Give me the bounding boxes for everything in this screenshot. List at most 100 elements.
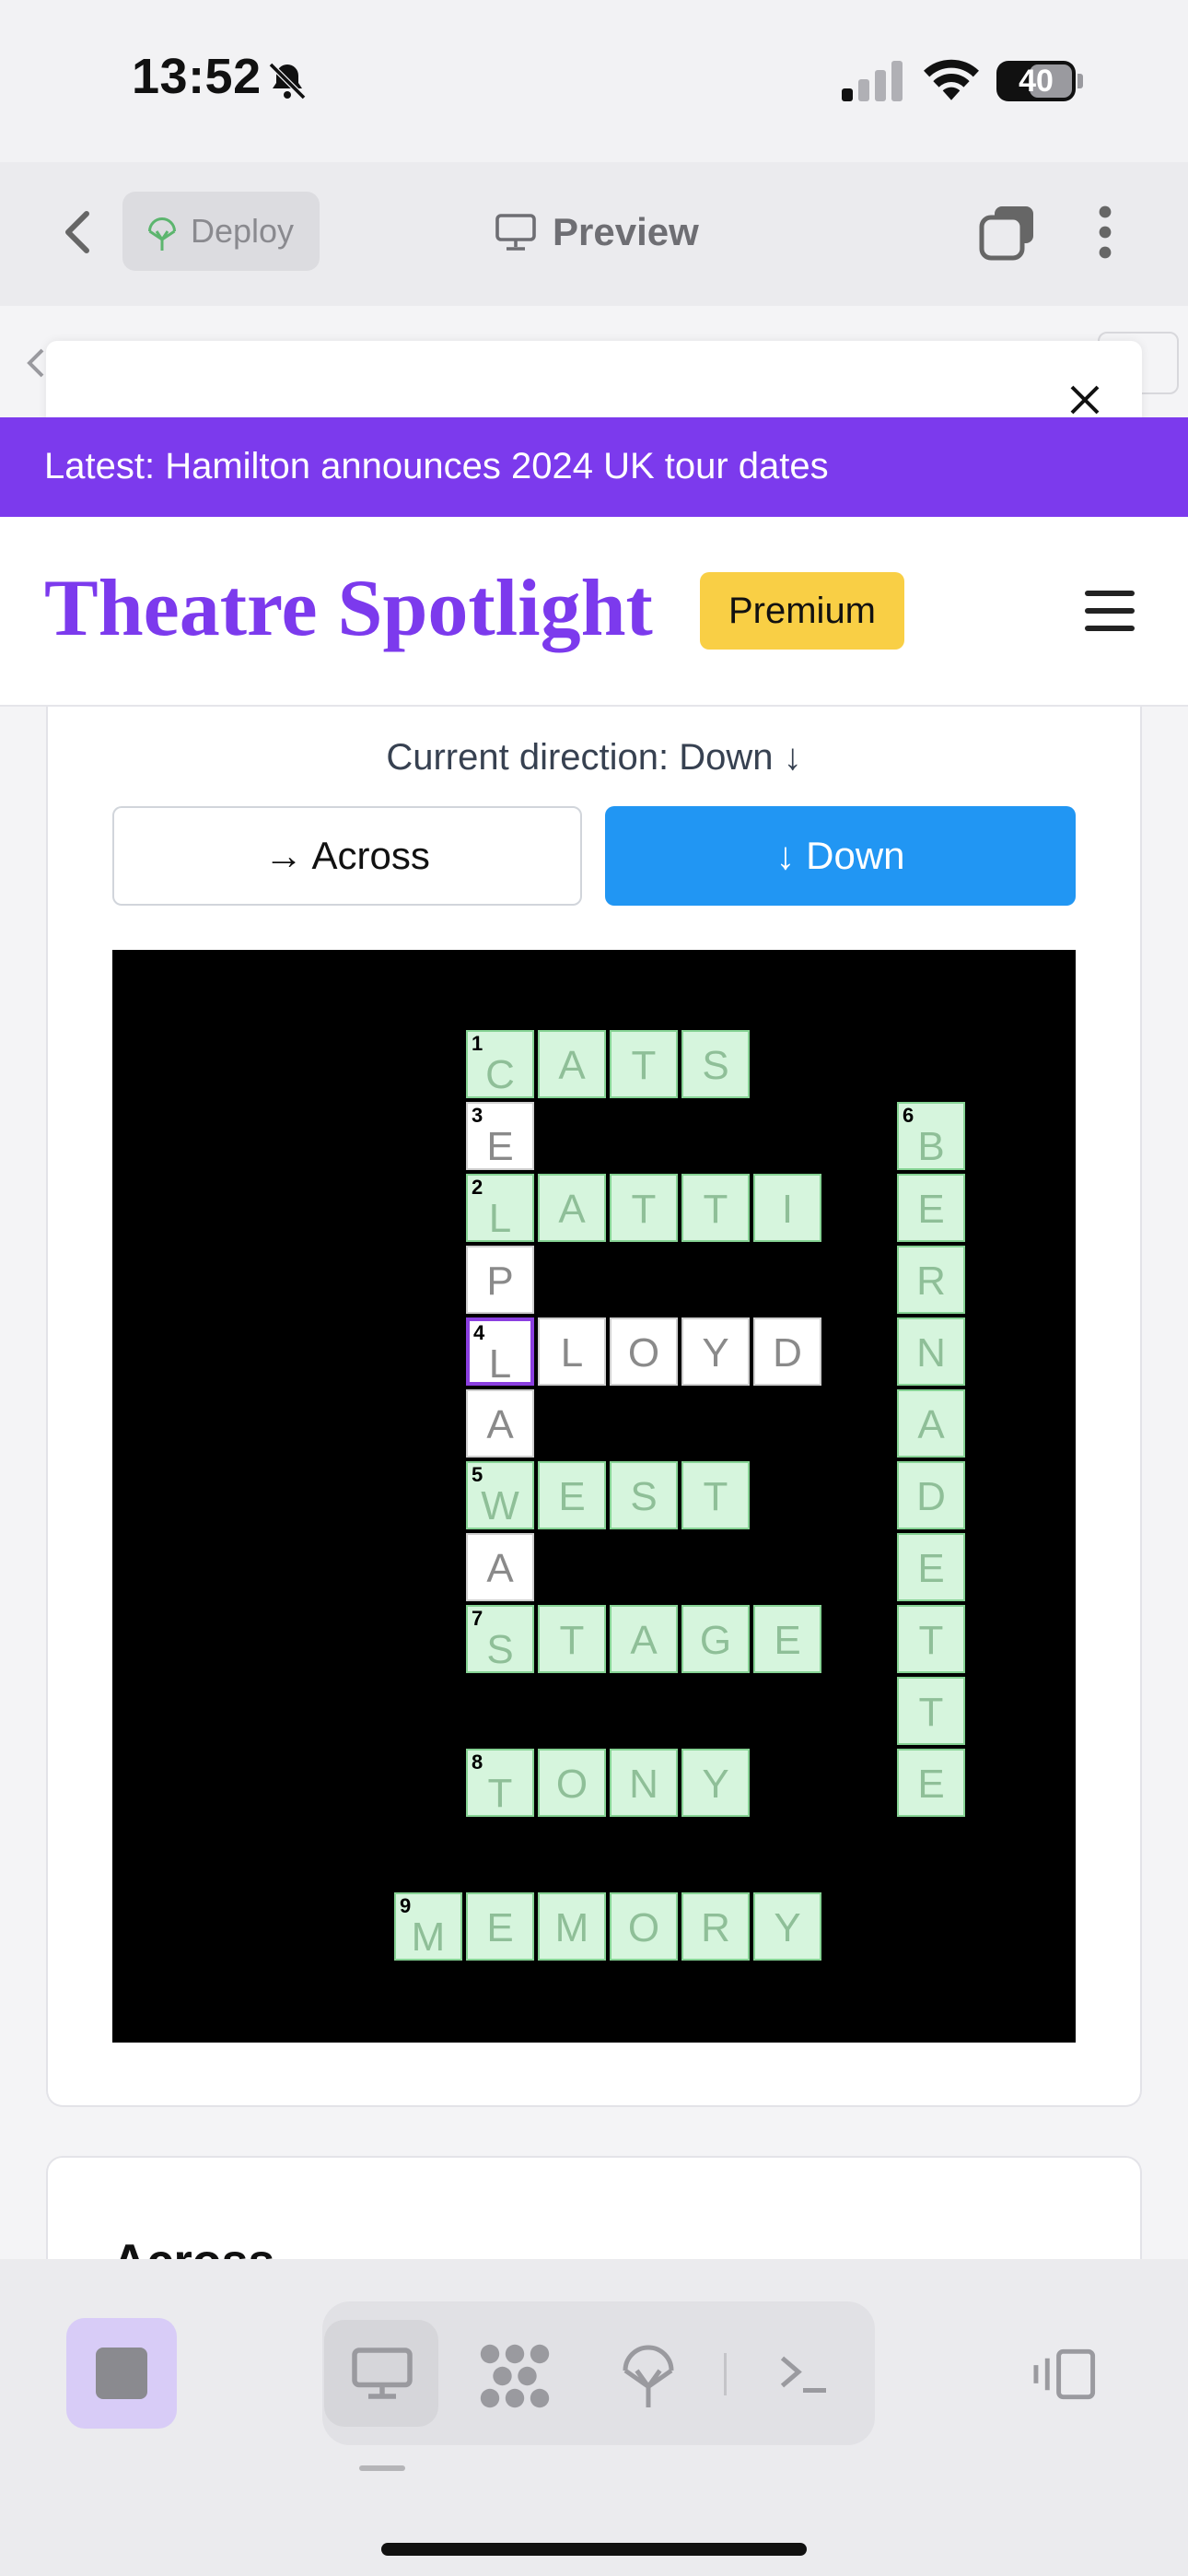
cell-letter: E xyxy=(917,1187,945,1232)
crossword-cell[interactable]: 1C xyxy=(466,1030,534,1098)
cell-letter: N xyxy=(629,1762,658,1807)
cell-letter: S xyxy=(702,1043,729,1088)
cell-letter: O xyxy=(627,1330,660,1376)
deploy-icon xyxy=(148,217,176,251)
back-chevron-icon[interactable] xyxy=(59,208,96,256)
cell-letter: L xyxy=(488,1196,512,1241)
crossword-cell[interactable]: 9M xyxy=(394,1892,462,1961)
crossword-cell[interactable]: D xyxy=(753,1317,821,1386)
stop-icon xyxy=(96,2348,147,2399)
crossword-cell[interactable]: N xyxy=(897,1317,965,1386)
crossword-cell[interactable]: A xyxy=(466,1389,534,1458)
crossword-cell[interactable]: A xyxy=(610,1605,678,1673)
cell-letter: E xyxy=(486,1124,514,1169)
cell-letter: E xyxy=(486,1905,514,1950)
crossword-cell[interactable]: E xyxy=(897,1749,965,1817)
crossword-cell[interactable]: M xyxy=(538,1892,606,1961)
cell-letter: T xyxy=(487,1771,513,1816)
cell-letter: M xyxy=(411,1914,446,1960)
battery-level: 40 xyxy=(1019,64,1054,99)
crossword-grid: 1CATS3E6B2LATTIEPR4LLOYDNAA5WESTDAE7STAG… xyxy=(112,950,1076,2043)
wifi-icon xyxy=(924,59,979,100)
crossword-cell[interactable]: D xyxy=(897,1461,965,1529)
crossword-cell[interactable]: A xyxy=(466,1533,534,1601)
crossword-cell[interactable]: S xyxy=(681,1030,750,1098)
monitor-icon xyxy=(495,214,536,251)
crossword-cell[interactable]: O xyxy=(538,1749,606,1817)
cell-letter: S xyxy=(630,1474,658,1519)
crossword-cell[interactable]: 3E xyxy=(466,1102,534,1170)
crossword-cell[interactable]: T xyxy=(681,1174,750,1242)
down-button[interactable]: ↓ Down xyxy=(605,806,1076,906)
desktop-icon xyxy=(352,2348,413,2399)
crossword-cell[interactable]: G xyxy=(681,1605,750,1673)
cell-letter: T xyxy=(631,1043,657,1088)
tab-indicator xyxy=(359,2465,405,2471)
crossword-cell[interactable]: T xyxy=(538,1605,606,1673)
crossword-cell[interactable]: A xyxy=(538,1174,606,1242)
tabs-icon[interactable] xyxy=(978,203,1037,262)
crossword-cell[interactable]: Y xyxy=(681,1317,750,1386)
crossword-cell[interactable]: E xyxy=(466,1892,534,1961)
cell-letter: O xyxy=(627,1905,660,1950)
crossword-cell[interactable]: R xyxy=(897,1246,965,1314)
crossword-cell[interactable]: 2L xyxy=(466,1174,534,1242)
crossword-cell[interactable]: Y xyxy=(681,1749,750,1817)
close-icon[interactable] xyxy=(1068,383,1101,416)
site-title[interactable]: Theatre Spotlight xyxy=(44,562,653,655)
crossword-cell[interactable]: I xyxy=(753,1174,821,1242)
cell-letter: G xyxy=(699,1618,732,1663)
panel-toggle-icon[interactable] xyxy=(1031,2346,1100,2403)
battery-tip xyxy=(1077,74,1083,88)
cell-letter: E xyxy=(774,1618,801,1663)
cell-letter: W xyxy=(481,1483,519,1528)
components-icon[interactable] xyxy=(479,2342,551,2410)
home-indicator[interactable] xyxy=(381,2543,807,2556)
cell-letter: R xyxy=(916,1259,946,1304)
crossword-cell[interactable]: R xyxy=(681,1892,750,1961)
cell-letter: A xyxy=(630,1618,658,1663)
deploy-tab-icon[interactable] xyxy=(621,2340,676,2410)
crossword-cell[interactable]: T xyxy=(897,1677,965,1745)
crossword-cell[interactable]: P xyxy=(466,1246,534,1314)
cell-letter: L xyxy=(560,1330,584,1376)
crossword-cell[interactable]: 7S xyxy=(466,1605,534,1673)
crossword-cell[interactable]: E xyxy=(538,1461,606,1529)
hamburger-menu-icon[interactable] xyxy=(1085,591,1135,631)
crossword-cell[interactable]: Y xyxy=(753,1892,821,1961)
crossword-cell[interactable]: O xyxy=(610,1892,678,1961)
cell-letter: P xyxy=(486,1259,514,1304)
crossword-cell[interactable]: 5W xyxy=(466,1461,534,1529)
signal-icon xyxy=(842,61,903,101)
toolbar-divider xyxy=(724,2353,727,2395)
crossword-cell[interactable]: T xyxy=(897,1605,965,1673)
crossword-cell[interactable]: 8T xyxy=(466,1749,534,1817)
cell-letter: B xyxy=(917,1124,945,1169)
cell-letter: E xyxy=(558,1474,586,1519)
crossword-cell[interactable]: 4L xyxy=(466,1317,534,1387)
preview-button[interactable]: Preview xyxy=(553,210,699,254)
crossword-cell[interactable]: L xyxy=(538,1317,606,1386)
cell-letter: T xyxy=(703,1474,728,1519)
crossword-cell[interactable]: E xyxy=(897,1174,965,1242)
banner-text[interactable]: Latest: Hamilton announces 2024 UK tour … xyxy=(44,446,829,487)
crossword-cell[interactable]: S xyxy=(610,1461,678,1529)
cell-letter: Y xyxy=(702,1762,729,1807)
terminal-icon[interactable] xyxy=(775,2351,831,2397)
cell-letter: A xyxy=(917,1402,945,1447)
crossword-cell[interactable]: 6B xyxy=(897,1102,965,1170)
crossword-cell[interactable]: A xyxy=(897,1389,965,1458)
crossword-cell[interactable]: T xyxy=(681,1461,750,1529)
crossword-cell[interactable]: E xyxy=(753,1605,821,1673)
crossword-cell[interactable]: T xyxy=(610,1174,678,1242)
status-time: 13:52 xyxy=(132,49,262,104)
crossword-cell[interactable]: E xyxy=(897,1533,965,1601)
cell-letter: T xyxy=(918,1690,944,1735)
crossword-cell[interactable]: A xyxy=(538,1030,606,1098)
crossword-cell[interactable]: T xyxy=(610,1030,678,1098)
crossword-cell[interactable]: N xyxy=(610,1749,678,1817)
across-button[interactable]: → Across xyxy=(112,806,582,906)
crossword-cell[interactable]: O xyxy=(610,1317,678,1386)
more-vertical-icon[interactable] xyxy=(1096,205,1114,260)
cell-letter: Y xyxy=(702,1330,729,1376)
